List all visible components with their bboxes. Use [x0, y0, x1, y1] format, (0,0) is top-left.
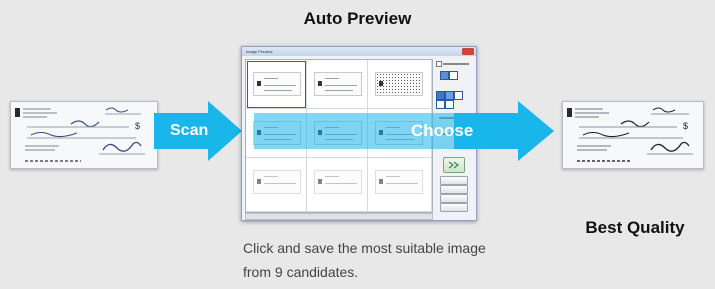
tool-icon[interactable]	[454, 91, 463, 100]
panel-button[interactable]	[440, 176, 468, 185]
panel-button[interactable]	[440, 194, 468, 203]
settings-checkbox[interactable]	[436, 61, 442, 67]
candidate-cell[interactable]	[246, 158, 307, 212]
view-icon[interactable]	[449, 71, 458, 80]
check-drawing: $	[15, 107, 145, 162]
window-title-bar: Image Preview	[242, 47, 476, 56]
caption-text: Click and save the most suitable image f…	[243, 240, 486, 280]
view-icon[interactable]	[440, 71, 449, 80]
candidate-cell[interactable]	[368, 158, 432, 212]
candidate-thumbnail	[314, 72, 362, 96]
tool-icon[interactable]	[436, 91, 445, 100]
candidate-thumbnail	[314, 170, 362, 194]
svg-text:$: $	[683, 121, 688, 131]
window-title: Image Preview	[246, 49, 273, 54]
candidate-thumbnail	[253, 170, 301, 194]
scanned-check-image: $	[10, 101, 158, 169]
tool-icon[interactable]	[445, 91, 454, 100]
close-icon[interactable]	[462, 48, 474, 55]
choose-arrow-label: Choose	[411, 121, 474, 140]
scan-arrow: Scan	[154, 101, 244, 161]
panel-button[interactable]	[440, 203, 468, 212]
choose-arrow: Choose	[254, 101, 556, 161]
candidate-thumbnail	[375, 170, 423, 194]
candidate-thumbnail	[253, 72, 301, 96]
check-drawing: $	[567, 107, 693, 162]
best-quality-title: Best Quality	[585, 218, 685, 237]
scan-arrow-label: Scan	[170, 122, 209, 139]
panel-button[interactable]	[440, 185, 468, 194]
best-quality-check-image: $	[562, 101, 704, 169]
candidate-cell[interactable]	[307, 158, 368, 212]
horizontal-scrollbar[interactable]	[245, 213, 433, 220]
settings-text	[443, 63, 469, 65]
svg-text:$: $	[135, 121, 140, 131]
auto-preview-title: Auto Preview	[303, 9, 412, 28]
choose-arrow-shape	[254, 101, 554, 161]
candidate-thumbnail	[375, 72, 423, 96]
